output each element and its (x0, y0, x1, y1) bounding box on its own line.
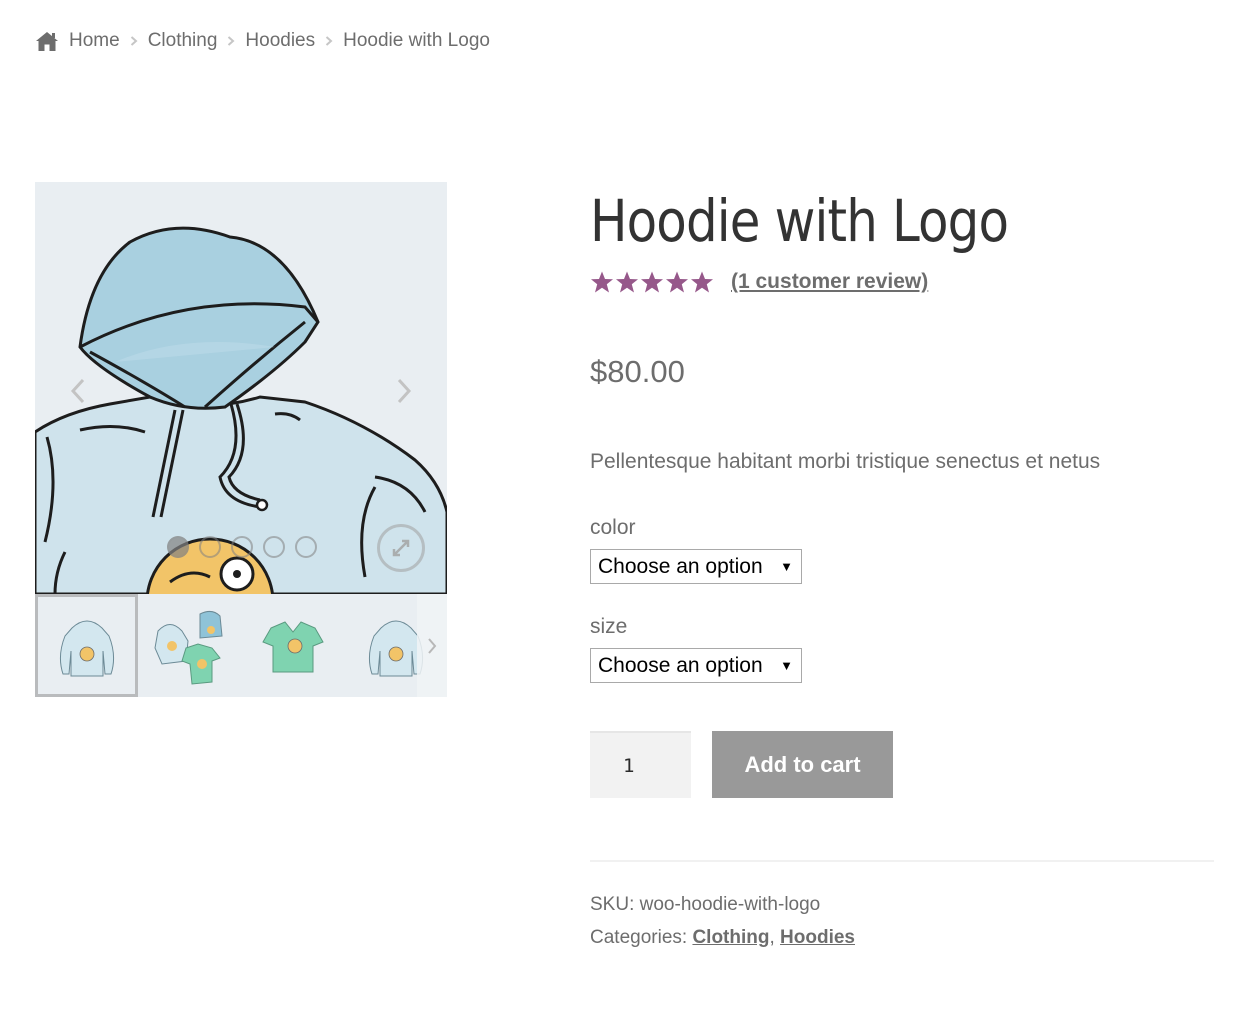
breadcrumb-clothing[interactable]: Clothing (148, 30, 218, 52)
gallery-thumbnails (35, 594, 447, 697)
color-select-value: Choose an option (598, 554, 763, 578)
star-icon (591, 271, 613, 293)
star-icon (616, 271, 638, 293)
customer-review-link[interactable]: (1 customer review) (731, 270, 928, 294)
sku-label: SKU: (590, 894, 635, 915)
slider-dot-1[interactable] (167, 536, 189, 558)
slider-dot-5[interactable] (295, 536, 317, 558)
product-short-description: Pellentesque habitant morbi tristique se… (590, 450, 1101, 473)
size-select[interactable]: Choose an option ▼ (590, 648, 802, 683)
main-product-image[interactable] (35, 182, 447, 594)
slider-next-arrow-icon[interactable] (395, 377, 413, 405)
variation-size: size Choose an option ▼ (590, 615, 1214, 683)
home-icon[interactable] (35, 30, 59, 52)
categories-label: Categories: (590, 927, 688, 948)
category-link-hoodies[interactable]: Hoodies (780, 927, 855, 948)
breadcrumb-hoodies[interactable]: Hoodies (245, 30, 315, 52)
zoom-trigger-button[interactable] (377, 524, 425, 572)
expand-icon (392, 539, 410, 557)
categories-row: Categories: Clothing, Hoodies (590, 921, 1214, 954)
slider-dot-3[interactable] (231, 536, 253, 558)
star-icon (691, 271, 713, 293)
add-to-cart-form: 1 Add to cart (590, 731, 1214, 798)
tshirt-thumbnail-image (261, 620, 324, 672)
thumbnail-hoodie-beanie-tshirt[interactable] (138, 594, 241, 697)
thumbnail-vneck-tshirt[interactable] (241, 594, 344, 697)
product-price: $80.00 (590, 354, 685, 389)
sku-value: woo-hoodie-with-logo (639, 894, 821, 915)
size-select-value: Choose an option (598, 653, 763, 677)
thumbnails-next-button[interactable] (417, 594, 447, 697)
slider-pagination (167, 536, 317, 558)
product-title: Hoodie with Logo (590, 187, 1009, 255)
product-gallery (35, 182, 447, 697)
size-label: size (590, 615, 628, 638)
chevron-right-icon (325, 36, 333, 46)
quantity-input[interactable]: 1 (590, 731, 691, 798)
chevron-right-icon (228, 36, 235, 46)
color-select[interactable]: Choose an option ▼ (590, 549, 802, 584)
hoodie-thumbnail-image (59, 620, 114, 676)
slider-dot-2[interactable] (199, 536, 221, 558)
star-icon (666, 271, 688, 293)
breadcrumb-home[interactable]: Home (69, 30, 120, 52)
product-summary: Hoodie with Logo (1 customer review) $80… (590, 186, 1214, 954)
variation-color: color Choose an option ▼ (590, 516, 1214, 584)
dropdown-arrow-icon: ▼ (780, 658, 793, 673)
chevron-right-icon (428, 637, 437, 654)
product-variations: color Choose an option ▼ size Choose an … (590, 516, 1214, 683)
chevron-right-icon (130, 36, 138, 46)
group-thumbnail-image (153, 610, 223, 685)
sku-row: SKU: woo-hoodie-with-logo (590, 888, 1214, 921)
dropdown-arrow-icon: ▼ (780, 559, 793, 574)
product-meta: SKU: woo-hoodie-with-logo Categories: Cl… (590, 888, 1214, 954)
thumbnail-hoodie-with-logo[interactable] (35, 594, 138, 697)
slider-prev-arrow-icon[interactable] (69, 377, 87, 405)
color-label: color (590, 516, 636, 539)
product-rating: (1 customer review) (590, 270, 1214, 294)
slider-dot-4[interactable] (263, 536, 285, 558)
breadcrumb: Home Clothing Hoodies Hoodie with Logo (35, 30, 490, 52)
breadcrumb-current: Hoodie with Logo (343, 30, 490, 51)
divider (590, 860, 1214, 862)
category-link-clothing[interactable]: Clothing (692, 927, 769, 948)
category-separator: , (769, 927, 775, 948)
star-rating (590, 270, 714, 294)
star-icon (641, 271, 663, 293)
add-to-cart-button[interactable]: Add to cart (712, 731, 893, 798)
